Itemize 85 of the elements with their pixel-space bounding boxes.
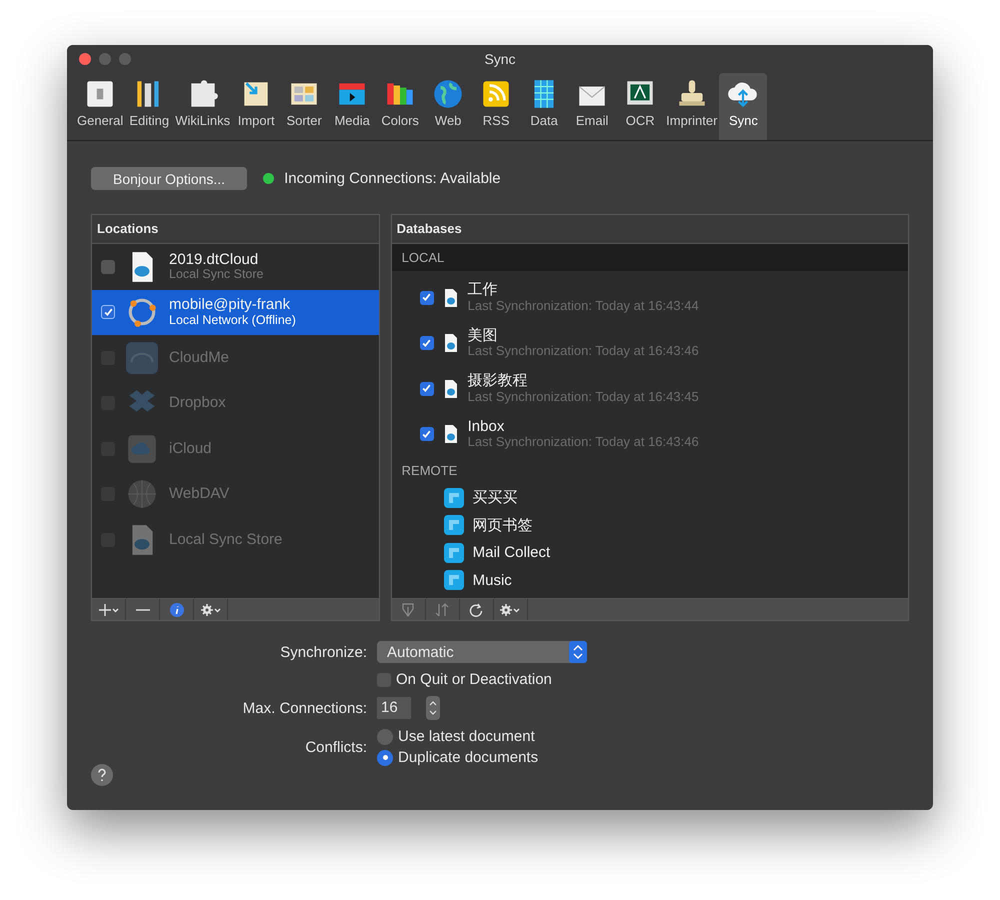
toolbar-tab[interactable]: Sorter <box>280 73 328 140</box>
connection-status: Incoming Connections: Available <box>284 170 501 187</box>
window-title: Sync <box>484 51 516 67</box>
checkbox[interactable] <box>420 290 434 305</box>
checkmark-icon <box>421 383 432 394</box>
section-header: LOCAL <box>392 244 908 271</box>
database-name: Music <box>472 572 512 589</box>
database-name: 美图 <box>468 328 499 344</box>
document-icon <box>442 424 459 444</box>
location-detail: Local Sync Store <box>169 268 264 282</box>
gear-icon <box>200 602 222 616</box>
toolbar-tab[interactable]: Import <box>232 73 280 140</box>
location-row[interactable]: mobile@pity-frank Local Network (Offline) <box>92 290 379 335</box>
location-name: WebDAV <box>169 486 230 502</box>
toolbar-tab[interactable]: OCR <box>616 73 664 140</box>
toolbar-tab[interactable]: Colors <box>376 73 424 140</box>
field-label: Max. Connections: <box>242 700 367 716</box>
checkbox[interactable] <box>420 336 434 350</box>
toolbar-tab[interactable]: Sync <box>719 73 768 140</box>
database-name: Mail Collect <box>472 544 550 562</box>
toolbar-tab[interactable]: WikiLinks <box>173 73 232 140</box>
panel-header: Databases <box>392 215 908 244</box>
max-connections-field[interactable]: 16 <box>377 697 411 719</box>
close-button[interactable] <box>79 53 91 65</box>
radio-label: Duplicate documents <box>398 749 538 766</box>
database-icon <box>444 488 464 508</box>
database-name: 买买买 <box>472 488 518 508</box>
location-name: mobile@pity-frank <box>169 297 292 314</box>
chevrons-icon <box>569 641 587 663</box>
location-name: Dropbox <box>169 395 226 412</box>
location-name: 2019.dtCloud <box>169 252 260 268</box>
toolbar-tab[interactable]: Editing <box>125 73 174 140</box>
database-icon <box>444 570 464 590</box>
document-icon <box>442 378 459 399</box>
zoom-button[interactable] <box>119 53 131 65</box>
panel-header: Locations <box>92 215 379 244</box>
checkbox[interactable] <box>377 672 391 686</box>
plus-icon <box>98 602 120 616</box>
toolbar-tab[interactable]: Email <box>568 73 616 140</box>
field-label: Conflicts: <box>304 738 367 756</box>
radio-button[interactable] <box>377 728 393 744</box>
database-name: 摄影教程 <box>468 373 529 390</box>
checkbox[interactable] <box>101 260 115 274</box>
minus-icon <box>136 608 150 610</box>
toolbar-tab[interactable]: Web <box>424 73 472 140</box>
field-label: Synchronize: <box>279 644 367 660</box>
gear-icon <box>499 602 522 616</box>
help-icon <box>91 764 113 786</box>
sync-time: Last Synchronization: Today at 16:43:46 <box>468 344 699 359</box>
database-icon <box>444 515 464 536</box>
checkbox[interactable] <box>101 305 115 320</box>
toolbar-tab[interactable]: Media <box>328 73 376 140</box>
toolbar-tab[interactable]: Data <box>520 73 568 140</box>
document-icon <box>442 333 459 354</box>
location-name: Local Sync Store <box>169 532 282 548</box>
location-name: iCloud <box>169 440 212 457</box>
checkmark-icon <box>421 338 432 349</box>
synchronize-dropdown[interactable]: Automatic <box>377 641 587 663</box>
minimize-button[interactable] <box>99 53 111 65</box>
toolbar-tab[interactable]: Imprinter <box>664 73 720 140</box>
checkmark-icon <box>102 306 114 318</box>
database-name: 工作 <box>468 282 499 299</box>
sync-time: Last Synchronization: Today at 16:43:46 <box>468 435 699 450</box>
sync-time: Last Synchronization: Today at 16:43:44 <box>468 298 699 314</box>
database-icon <box>444 542 464 563</box>
checkmark-icon <box>421 292 432 304</box>
sync-time: Last Synchronization: Today at 16:43:45 <box>468 390 699 404</box>
database-name: Inbox <box>468 418 506 436</box>
database-name: 网页书签 <box>472 516 533 535</box>
help-button[interactable] <box>91 764 113 786</box>
section-header: REMOTE <box>400 462 458 480</box>
checkmark-icon <box>421 428 432 440</box>
toolbar-tab[interactable]: RSS <box>472 73 520 140</box>
location-row[interactable]: 2019.dtCloud Local Sync Store <box>92 244 379 290</box>
document-icon <box>442 288 459 308</box>
stepper-icon[interactable] <box>426 696 440 720</box>
checkbox[interactable] <box>420 427 434 442</box>
radio-label: Use latest document <box>398 728 535 745</box>
checkbox-label: On Quit or Deactivation <box>396 671 552 688</box>
location-name: CloudMe <box>169 350 230 366</box>
bonjour-options-button[interactable]: Bonjour Options... <box>91 167 248 190</box>
radio-button[interactable] <box>377 750 393 766</box>
toolbar-tab[interactable]: General <box>75 73 126 140</box>
location-detail: Local Network (Offline) <box>169 314 296 328</box>
checkbox[interactable] <box>420 382 434 396</box>
